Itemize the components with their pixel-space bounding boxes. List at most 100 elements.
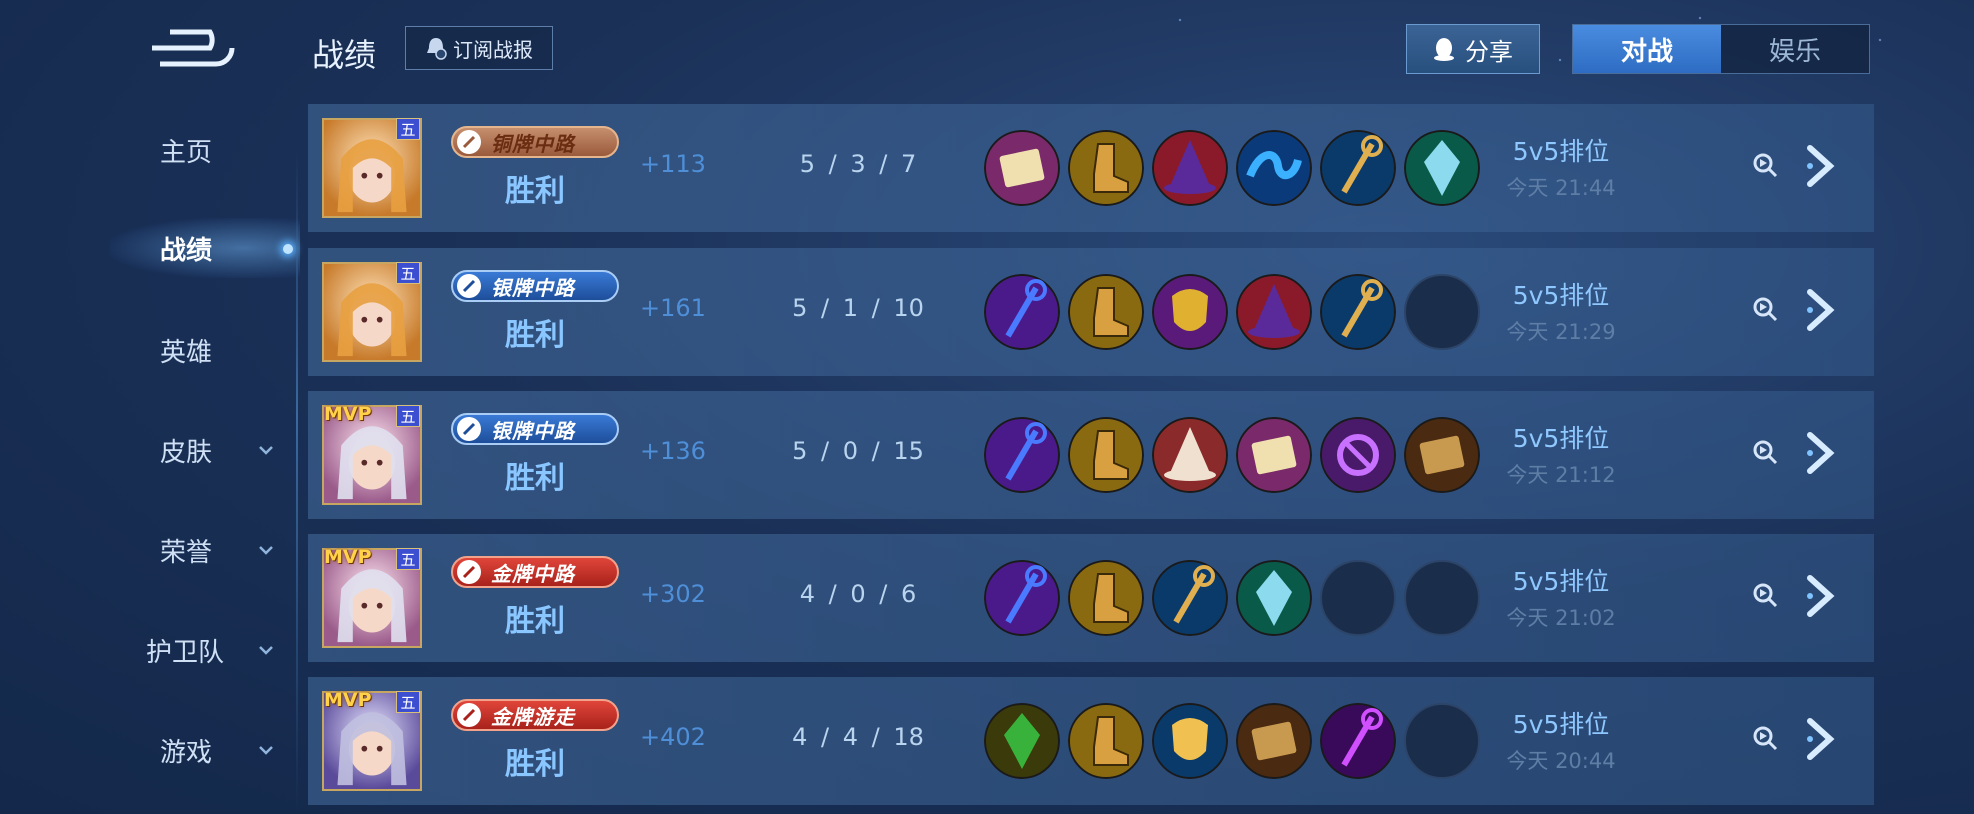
share-button[interactable]: 分享	[1406, 24, 1540, 74]
chevron-down-icon	[259, 446, 273, 455]
match-result: 胜利	[505, 318, 565, 353]
empty-item-slot	[1404, 703, 1480, 779]
serpent-staff-icon	[984, 417, 1060, 493]
book-icon	[1236, 417, 1312, 493]
golden-shield-icon	[1152, 703, 1228, 779]
back-icon[interactable]	[150, 28, 236, 68]
sidebar-item-guard[interactable]: 护卫队	[0, 620, 300, 680]
sidebar-item-label: 主页	[160, 137, 213, 168]
boots-icon	[1068, 274, 1144, 350]
empty-item-slot	[1404, 274, 1480, 350]
page-title: 战绩	[312, 36, 377, 74]
item-build	[984, 130, 1480, 206]
match-result: 胜利	[505, 747, 565, 782]
lane-icon	[457, 274, 481, 298]
rank-points: +402	[640, 723, 706, 751]
lane-icon	[457, 130, 481, 154]
wooden-board-icon	[1236, 703, 1312, 779]
rank-points: +302	[640, 580, 706, 608]
mvp-badge: MVP	[324, 546, 372, 568]
rank-lane-label: 金牌中路	[491, 561, 575, 586]
boots-icon	[1068, 560, 1144, 636]
magic-hat-icon	[1152, 130, 1228, 206]
rank-lane-label: 金牌游走	[491, 704, 575, 729]
match-row[interactable]: MVP 五 银牌中路 胜利 +136 5 / 0 / 15 5v5排位 今天 2…	[308, 391, 1874, 519]
chevron-right-icon[interactable]	[1802, 286, 1842, 334]
chevron-right-icon[interactable]	[1802, 572, 1842, 620]
sidebar-item-skins[interactable]: 皮肤	[0, 420, 300, 480]
rank-lane-badge: 银牌中路	[451, 413, 619, 445]
rank-lane-badge: 铜牌中路	[451, 126, 619, 158]
sidebar-item-label: 皮肤	[160, 437, 213, 468]
staff-icon	[1320, 274, 1396, 350]
lane-icon	[457, 417, 481, 441]
match-row[interactable]: 五 银牌中路 胜利 +161 5 / 1 / 10 5v5排位 今天 21:29	[308, 248, 1874, 376]
replay-icon[interactable]	[1752, 582, 1778, 608]
crystal-dagger-icon	[1236, 560, 1312, 636]
game-mode: 5v5排位	[1512, 281, 1610, 310]
replay-icon[interactable]	[1752, 725, 1778, 751]
match-result: 胜利	[505, 461, 565, 496]
book-icon	[984, 130, 1060, 206]
sidebar-item-label: 游戏	[160, 737, 213, 768]
crystal-dagger-icon	[1404, 130, 1480, 206]
tier-badge: 五	[396, 118, 420, 140]
game-mode: 5v5排位	[1512, 424, 1610, 453]
rank-lane-badge: 金牌游走	[451, 699, 619, 731]
mode-tabs: 对战 娱乐	[1572, 24, 1870, 74]
chevron-right-icon[interactable]	[1802, 715, 1842, 763]
boots-icon	[1068, 703, 1144, 779]
subscribe-report-button[interactable]: 订阅战报	[405, 26, 553, 70]
kda: 4 / 4 / 18	[792, 723, 924, 751]
replay-icon[interactable]	[1752, 152, 1778, 178]
sidebar-item-label: 护卫队	[146, 637, 225, 668]
rank-points: +113	[640, 150, 706, 178]
item-build	[984, 703, 1480, 779]
qq-penguin-icon	[1434, 38, 1454, 61]
item-build	[984, 417, 1480, 493]
purple-staff-icon	[1320, 703, 1396, 779]
replay-icon[interactable]	[1752, 296, 1778, 322]
match-time: 今天 20:44	[1506, 749, 1616, 773]
sidebar-item-home[interactable]: 主页	[0, 120, 300, 180]
replay-icon[interactable]	[1752, 439, 1778, 465]
match-row[interactable]: 五 铜牌中路 胜利 +113 5 / 3 / 7 5v5排位 今天 21:44	[308, 104, 1874, 232]
match-time: 今天 21:02	[1506, 606, 1616, 630]
sidebar-item-records[interactable]: 战绩	[0, 218, 300, 278]
bell-icon	[427, 38, 447, 60]
sidebar-item-label: 荣誉	[160, 537, 213, 568]
kda: 5 / 0 / 15	[792, 437, 924, 465]
sidebar-item-games[interactable]: 游戏	[0, 720, 300, 780]
chevron-right-icon[interactable]	[1802, 429, 1842, 477]
match-row[interactable]: MVP 五 金牌中路 胜利 +302 4 / 0 / 6 5v5排位 今天 21…	[308, 534, 1874, 662]
rank-lane-label: 银牌中路	[491, 418, 575, 443]
green-amulet-icon	[984, 703, 1060, 779]
sidebar-item-label: 英雄	[160, 337, 213, 368]
kda: 5 / 1 / 10	[792, 294, 924, 322]
tab-entertainment[interactable]: 娱乐	[1721, 25, 1869, 73]
sidebar-item-heroes[interactable]: 英雄	[0, 320, 300, 380]
lane-icon	[457, 703, 481, 727]
rank-lane-label: 铜牌中路	[491, 131, 575, 156]
match-time: 今天 21:44	[1506, 176, 1616, 200]
rank-points: +161	[640, 294, 706, 322]
rank-points: +136	[640, 437, 706, 465]
boots-icon	[1068, 130, 1144, 206]
rank-lane-badge: 银牌中路	[451, 270, 619, 302]
serpent-staff-icon	[984, 274, 1060, 350]
tier-badge: 五	[396, 691, 420, 713]
empty-item-slot	[1320, 560, 1396, 636]
sidebar-item-label: 战绩	[160, 235, 213, 266]
tier-badge: 五	[396, 405, 420, 427]
tab-battle[interactable]: 对战	[1573, 25, 1721, 73]
chevron-down-icon	[259, 646, 273, 655]
lane-icon	[457, 560, 481, 584]
chevron-down-icon	[259, 746, 273, 755]
subscribe-report-label: 订阅战报	[453, 37, 533, 62]
golden-mask-icon	[1152, 274, 1228, 350]
rank-lane-label: 银牌中路	[491, 275, 575, 300]
match-row[interactable]: MVP 五 金牌游走 胜利 +402 4 / 4 / 18 5v5排位 今天 2…	[308, 677, 1874, 805]
sidebar-item-honor[interactable]: 荣誉	[0, 520, 300, 580]
chevron-right-icon[interactable]	[1802, 142, 1842, 190]
magic-hat-icon	[1236, 274, 1312, 350]
